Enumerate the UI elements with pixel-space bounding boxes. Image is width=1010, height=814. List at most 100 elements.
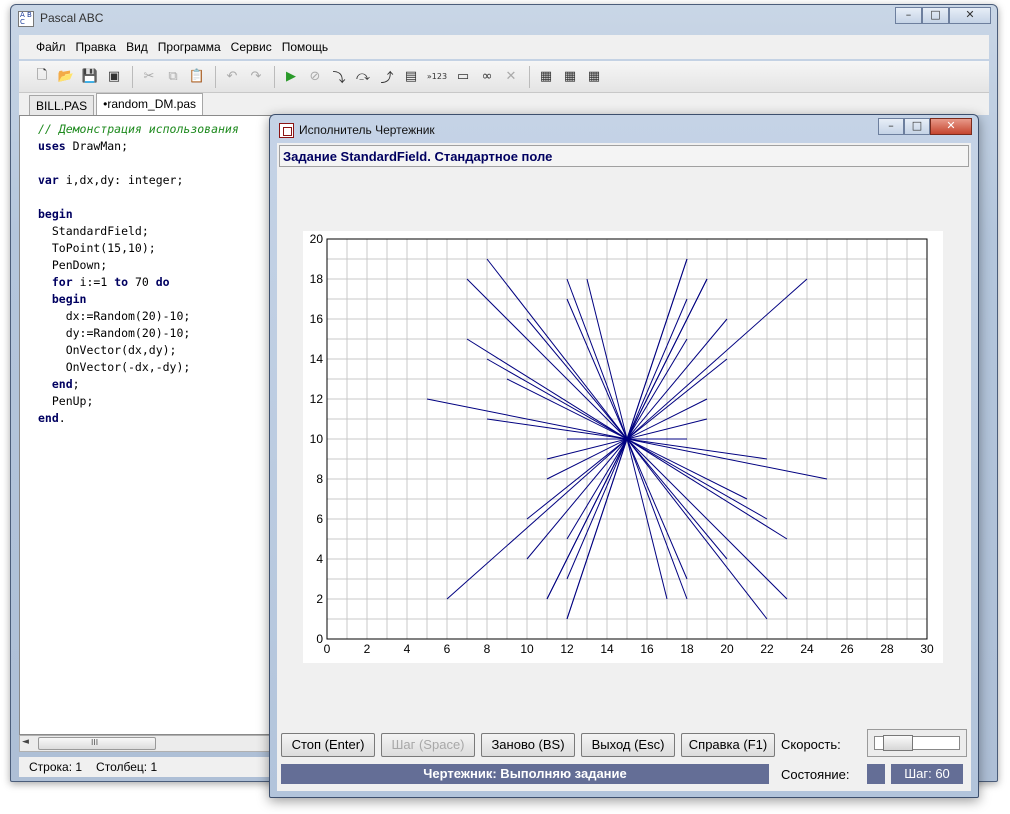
drawing-field: 0 2 4 6 8 10 12 14 16 18 20 22 24 26 28 30 0 2 4 6 8 10 12 14 16… [303,231,943,666]
drawman-status: Чертежник: Выполняю задание [281,764,769,784]
evaluate-icon[interactable]: ▤ [400,66,422,88]
minimize-button[interactable]: – [895,7,922,24]
drawman-window: Исполнитель Чертежник – □ ✕ Задание Stan… [269,114,979,798]
code-line[interactable]: PenDown; [38,258,107,272]
menu-view[interactable]: Вид [121,40,153,54]
abc-app-icon: A BC [18,11,34,27]
open-file-icon[interactable]: 📂 [55,66,77,88]
x-tick-label: 26 [840,642,854,656]
tab-bill-pas[interactable]: BILL.PAS [29,95,95,115]
state-label: Состояние: [781,767,850,782]
code-line[interactable]: for i:=1 to 70 do [38,275,170,289]
menu-file[interactable]: Файл [31,40,71,54]
code-line[interactable]: var i,dx,dy: integer; [38,173,183,187]
menubar: Файл Правка Вид Программа Сервис Помощь [19,35,989,59]
x-tick-label: 12 [560,642,574,656]
scroll-left-icon[interactable]: ◄ [22,737,29,747]
undo-icon[interactable]: ↶ [221,66,243,88]
code-line[interactable]: OnVector(dx,dy); [38,343,177,357]
drawman-window-icon [279,123,294,138]
help-i-icon[interactable]: ▦ [559,66,581,88]
menu-help[interactable]: Помощь [277,40,333,54]
toolbar-separator [215,65,216,88]
help-d-icon[interactable]: ▦ [535,66,557,88]
y-tick-label: 14 [310,352,324,366]
x-tick-label: 28 [880,642,894,656]
speed-slider-thumb[interactable] [883,735,913,751]
y-tick-label: 2 [316,592,323,606]
x-tick-label: 2 [364,642,371,656]
save-all-icon[interactable]: ▣ [103,66,125,88]
stop-button[interactable]: Стоп (Enter) [281,733,375,757]
window-icon[interactable]: ▭ [452,66,474,88]
run-icon[interactable]: ▶ [280,66,302,88]
help-r-icon[interactable]: ▦ [583,66,605,88]
code-editor[interactable]: // Демонстрация использования uses DrawM… [19,115,281,735]
step-button[interactable]: Шаг (Space) [381,733,475,757]
exit-button[interactable]: Выход (Esc) [581,733,675,757]
drawman-body: Задание StandardField. Стандартное поле … [277,143,971,791]
code-line[interactable]: begin [38,207,73,221]
code-line[interactable]: end; [38,377,80,391]
copy-icon[interactable]: ⧉ [162,66,184,88]
tab-random-dm-pas[interactable]: •random_DM.pas [96,93,204,115]
code-line[interactable]: StandardField; [38,224,149,238]
y-tick-label: 18 [310,272,324,286]
x-tick-label: 22 [760,642,774,656]
code-line[interactable]: // Демонстрация использования [38,122,239,136]
speed-slider[interactable] [867,729,967,757]
step-into-icon[interactable]: ⤵ [328,66,350,88]
code-line[interactable]: ToPoint(15,10); [38,241,156,255]
main-window-controls: – □ ✕ [895,7,991,24]
new-file-icon[interactable]: 🗋 [31,66,53,88]
restart-button[interactable]: Заново (BS) [481,733,575,757]
glasses-icon[interactable]: ∞ [476,66,498,88]
code-line[interactable]: end. [38,411,66,425]
menu-service[interactable]: Сервис [226,40,277,54]
drawing-field-svg: 0 2 4 6 8 10 12 14 16 18 20 22 24 26 28 300246810121416… [303,231,943,663]
help-button[interactable]: Справка (F1) [681,733,775,757]
x-tick-label: 14 [600,642,614,656]
code-text[interactable]: // Демонстрация использования uses DrawM… [20,116,280,427]
x-tick-label: 8 [484,642,491,656]
x-tick-label: 18 [680,642,694,656]
y-tick-label: 8 [316,472,323,486]
code-line[interactable]: uses DrawMan; [38,139,128,153]
app-title: Pascal ABC [40,11,104,25]
menu-edit[interactable]: Правка [71,40,122,54]
code-line[interactable]: dx:=Random(20)-10; [38,309,191,323]
close-icon[interactable]: ✕ [500,66,522,88]
drawman-window-title: Исполнитель Чертежник [299,123,435,137]
toolbar: 🗋 📂 💾 ▣ ✂ ⧉ 📋 ↶ ↷ ▶ ⊘ ⤵ ⤼ ⤴ ▤ »123 ▭ ∞ ✕… [19,61,989,93]
speed-slider-track[interactable] [874,735,960,751]
code-line[interactable]: PenUp; [38,394,94,408]
x-tick-label: 6 [444,642,451,656]
editor-horizontal-scrollbar[interactable]: ◄ III [19,735,281,752]
redo-icon[interactable]: ↷ [245,66,267,88]
paste-icon[interactable]: 📋 [186,66,208,88]
drawman-close-button[interactable]: ✕ [930,118,972,135]
x-tick-label: 30 [920,642,934,656]
toolbar-separator [529,65,530,88]
x-tick-label: 16 [640,642,654,656]
y-tick-label: 10 [310,432,324,446]
scrollbar-thumb[interactable]: III [38,737,156,750]
cut-icon[interactable]: ✂ [138,66,160,88]
x-tick-label: 10 [520,642,534,656]
menu-program[interactable]: Программа [153,40,226,54]
drawman-window-controls: – □ ✕ [878,118,972,135]
step-out-icon[interactable]: ⤴ [376,66,398,88]
drawman-maximize-button[interactable]: □ [904,118,930,135]
step-over-icon[interactable]: ⤼ [352,66,374,88]
watch-icon[interactable]: »123 [424,66,450,88]
close-button[interactable]: ✕ [949,7,991,24]
stop-icon[interactable]: ⊘ [304,66,326,88]
code-line[interactable]: begin [38,292,87,306]
code-line[interactable]: dy:=Random(20)-10; [38,326,191,340]
speed-label: Скорость: [781,737,841,752]
save-icon[interactable]: 💾 [79,66,101,88]
code-line[interactable]: OnVector(-dx,-dy); [38,360,191,374]
maximize-button[interactable]: □ [922,7,949,24]
drawman-minimize-button[interactable]: – [878,118,904,135]
main-titlebar[interactable]: A BC Pascal ABC – □ ✕ [11,5,997,31]
